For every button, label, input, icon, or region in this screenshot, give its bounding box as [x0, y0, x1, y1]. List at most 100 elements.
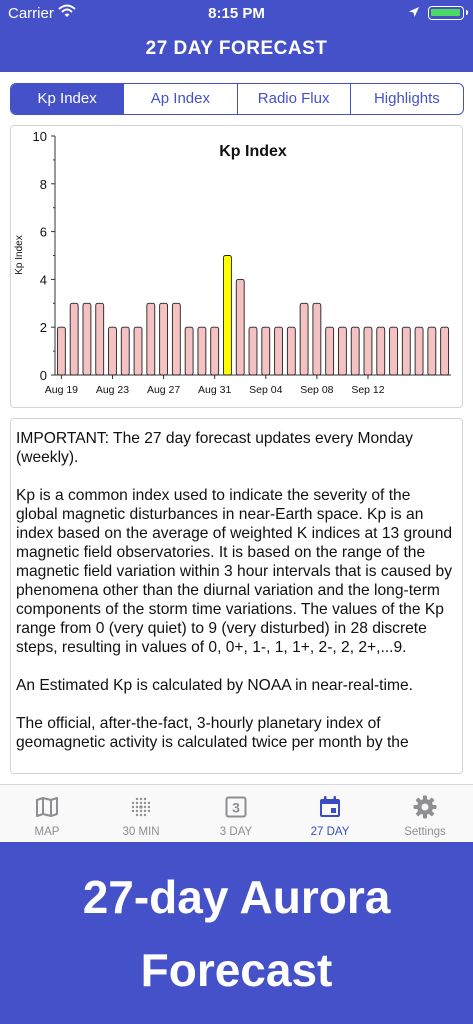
map-icon [35, 795, 59, 819]
x-tick-label: Sep 04 [249, 384, 282, 396]
chart-bar [56, 326, 66, 376]
y-tick-label: 6 [40, 225, 47, 240]
chart-bar [274, 326, 283, 376]
dot [139, 797, 143, 801]
dot [143, 805, 147, 809]
calendar-icon [318, 795, 342, 819]
dot [139, 809, 143, 813]
y-tick-label: 0 [40, 368, 47, 383]
chart-bar [363, 326, 373, 376]
chart-bar [325, 326, 335, 376]
info-text: IMPORTANT: The 27 day forecast updates e… [16, 429, 456, 771]
info-paragraph: An Estimated Kp is calculated by NOAA in… [16, 677, 413, 694]
dot [143, 809, 147, 813]
promo-headline: 27-day Aurora [82, 871, 391, 923]
dot [135, 797, 139, 801]
tab-30-min[interactable]: 30 MIN [94, 785, 188, 843]
page-title: 27 DAY FORECAST [145, 38, 328, 59]
chart-bar [133, 326, 143, 376]
dot [147, 801, 151, 805]
dot [131, 809, 135, 813]
chart-bar [146, 302, 156, 376]
chart-bar [440, 326, 450, 376]
segment-radio-flux[interactable]: Radio Flux [236, 84, 350, 114]
y-tick-label: 8 [40, 177, 47, 192]
x-tick-label: Aug 19 [45, 384, 78, 396]
chart-bar [120, 326, 130, 376]
tab-label: 27 DAY [310, 826, 350, 838]
tab-label: Settings [404, 826, 446, 838]
chart-bar [235, 278, 245, 376]
dot [131, 801, 135, 805]
chart-bar [82, 302, 92, 376]
dot [139, 805, 143, 809]
y-tick-label: 4 [40, 272, 47, 287]
y-axis-label: Kp Index [14, 235, 25, 274]
info-paragraph: Kp is a common index used to indicate th… [16, 487, 453, 656]
x-tick-label: Sep 08 [300, 384, 333, 396]
segment-kp-index[interactable]: Kp Index [11, 84, 124, 114]
dot [143, 797, 147, 801]
chart-bar [286, 326, 296, 376]
chart-bar [338, 326, 347, 376]
chart-bar [159, 302, 168, 376]
chart-bar [69, 302, 79, 376]
x-tick-label: Sep 12 [351, 384, 384, 396]
navigation-bar: 27 DAY FORECAST [0, 28, 473, 72]
dot [147, 809, 151, 813]
chart-bar [299, 302, 309, 376]
dot [147, 805, 151, 809]
location-arrow-icon [408, 5, 420, 22]
tab-map[interactable]: MAP [0, 785, 94, 843]
chart-bar [312, 302, 322, 376]
promo-banner: 27-day Aurora Forecast [0, 842, 473, 1024]
kp-chart-panel: 0 2 4 6 8 10 Aug 19 Aug 23 Aug 27 Aug 31 Sep 04 Sep… [10, 125, 463, 408]
status-time: 8:15 PM [208, 5, 265, 22]
chart-bar [261, 326, 271, 376]
tab-label: 3 DAY [219, 826, 253, 838]
dot [139, 801, 143, 805]
chart-bar [210, 326, 220, 376]
chart-bar [197, 326, 207, 376]
chart-bar [376, 326, 386, 376]
dot [135, 805, 139, 809]
segmented-control: Kp Index Ap Index Radio Flux Highlights [10, 83, 464, 115]
chart-bar [171, 302, 181, 376]
info-text-panel: IMPORTANT: The 27 day forecast updates e… [10, 418, 463, 774]
info-paragraph: IMPORTANT: The 27 day forecast updates e… [16, 430, 413, 466]
segment-highlights[interactable]: Highlights [349, 84, 463, 114]
chart-title: Kp Index [219, 143, 287, 160]
dot [131, 805, 135, 809]
chart-bar [95, 302, 105, 376]
chart-bar [427, 326, 437, 376]
dot [135, 801, 139, 805]
battery-icon [428, 6, 468, 20]
tab-27-day[interactable]: 27 DAY [283, 785, 377, 843]
dot-grid-icon [129, 795, 153, 819]
y-tick-label: 2 [40, 320, 47, 335]
chart-bar [350, 326, 360, 376]
x-tick-label: Aug 31 [198, 384, 231, 396]
tab-label: 30 MIN [122, 826, 160, 838]
x-tick-label: Aug 27 [147, 384, 180, 396]
gear-icon [413, 795, 437, 819]
tab-3-day[interactable]: 3 3 DAY [189, 785, 283, 843]
chart-bar [248, 326, 258, 376]
dot [135, 809, 139, 813]
chart-bar [223, 255, 232, 376]
kp-index-chart: 0 2 4 6 8 10 Aug 19 Aug 23 Aug 27 Aug 31 Sep 04 Sep… [14, 129, 451, 396]
chart-bar [389, 326, 398, 376]
y-tick-label: 10 [33, 129, 47, 144]
dot [139, 813, 143, 817]
chart-bar [108, 326, 117, 376]
dot [143, 801, 147, 805]
info-paragraph: The official, after-the-fact, 3-hourly p… [16, 715, 409, 751]
svg-text:3: 3 [232, 800, 240, 816]
segment-ap-index[interactable]: Ap Index [123, 84, 236, 114]
tab-settings[interactable]: Settings [378, 785, 472, 843]
dot [135, 813, 139, 817]
chart-bar [184, 326, 194, 376]
chart-bar [414, 326, 424, 376]
status-bar: Carrier 8:15 PM [0, 0, 473, 28]
chart-bar [401, 326, 411, 376]
